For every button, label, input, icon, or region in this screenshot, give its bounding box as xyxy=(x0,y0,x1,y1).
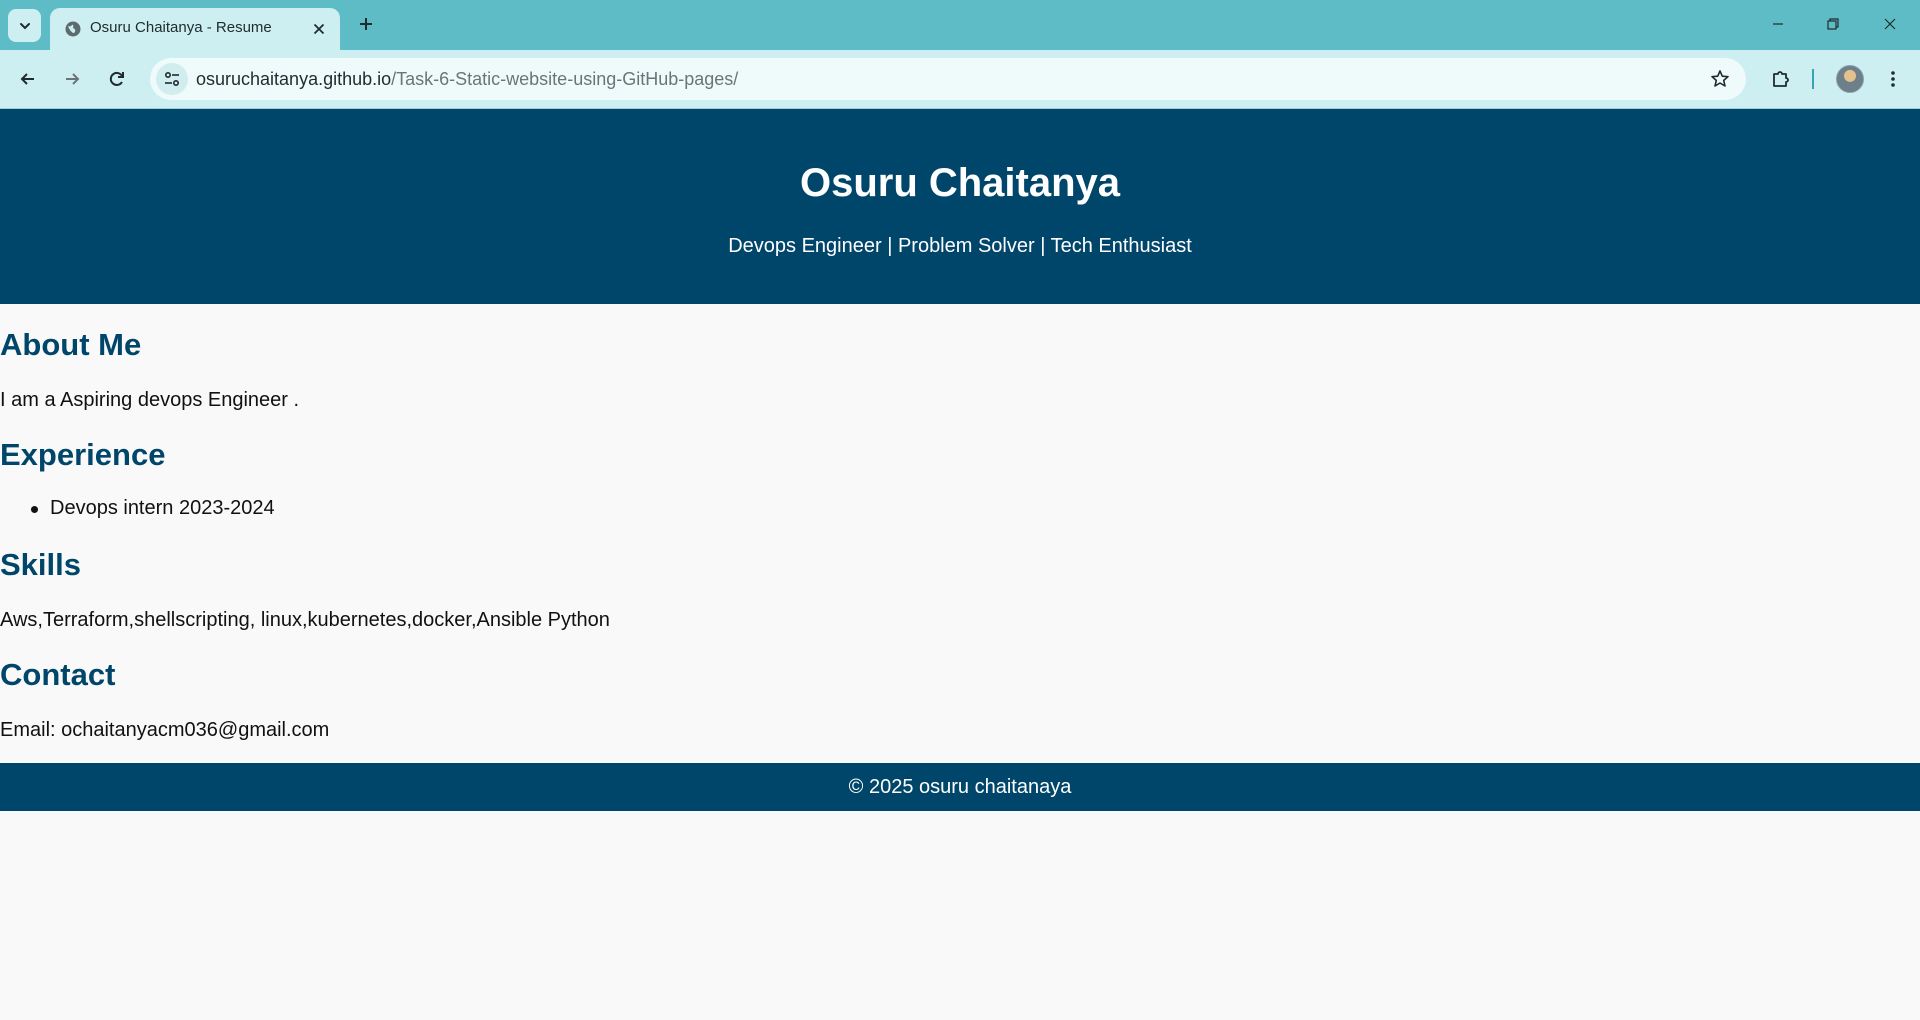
close-icon xyxy=(313,23,325,35)
contact-heading: Contact xyxy=(0,657,116,692)
browser-toolbar: osuruchaitanya.github.io/Task-6-Static-w… xyxy=(0,50,1920,109)
contact-text: Email: ochaitanyacm036@gmail.com xyxy=(0,719,330,741)
list-item: Devops intern 2023-2024 xyxy=(0,497,275,520)
back-button[interactable] xyxy=(12,63,44,95)
page-title: Osuru Chaitanya xyxy=(799,161,1121,205)
reload-button[interactable] xyxy=(101,63,133,95)
restore-button[interactable] xyxy=(1813,8,1853,40)
extensions-button[interactable] xyxy=(1765,63,1797,95)
new-tab-button[interactable] xyxy=(352,10,380,38)
puzzle-icon xyxy=(1773,71,1789,87)
minimize-icon xyxy=(1773,23,1783,25)
tab-close-button[interactable] xyxy=(310,20,328,38)
tab-strip: Osuru Chaitanya - Resume xyxy=(0,0,1920,50)
tab-title: Osuru Chaitanya - Resume xyxy=(90,19,272,36)
site-info-button[interactable] xyxy=(156,63,188,95)
forward-button[interactable] xyxy=(56,63,88,95)
restore-icon xyxy=(1827,18,1839,30)
tune-icon xyxy=(164,71,180,87)
experience-list: Devops intern 2023-2024 xyxy=(0,497,275,520)
footer-text: © 2025 osuru chaitanaya xyxy=(848,776,1072,798)
skills-heading: Skills xyxy=(0,547,81,582)
url-path: /Task-6-Static-website-using-GitHub-page… xyxy=(391,69,739,89)
more-vertical-icon xyxy=(1891,71,1895,87)
address-bar[interactable]: osuruchaitanya.github.io/Task-6-Static-w… xyxy=(150,58,1746,100)
page-tagline: Devops Engineer | Problem Solver | Tech … xyxy=(728,235,1192,257)
close-window-button[interactable] xyxy=(1870,8,1910,40)
about-text: I am a Aspiring devops Engineer . xyxy=(0,389,300,411)
browser-menu-button[interactable] xyxy=(1877,63,1909,95)
globe-icon xyxy=(65,21,81,37)
toolbar-divider xyxy=(1812,69,1814,89)
page-footer: © 2025 osuru chaitanaya xyxy=(0,763,1920,811)
reload-icon xyxy=(109,71,124,86)
tab-search-button[interactable] xyxy=(8,9,41,42)
url-text: osuruchaitanya.github.io/Task-6-Static-w… xyxy=(196,69,738,90)
star-icon xyxy=(1711,70,1729,87)
page-viewport: Osuru Chaitanya Devops Engineer | Proble… xyxy=(0,109,1920,1020)
skills-text: Aws,Terraform,shellscripting, linux,kube… xyxy=(0,609,610,631)
profile-avatar[interactable] xyxy=(1836,65,1864,93)
arrow-left-icon xyxy=(20,73,34,85)
active-tab[interactable]: Osuru Chaitanya - Resume xyxy=(50,8,340,50)
resume-header: Osuru Chaitanya Devops Engineer | Proble… xyxy=(0,109,1920,304)
minimize-button[interactable] xyxy=(1758,8,1798,40)
arrow-right-icon xyxy=(66,73,80,85)
plus-icon xyxy=(360,18,372,30)
bookmark-button[interactable] xyxy=(1708,67,1732,91)
close-icon xyxy=(1884,18,1896,30)
chevron-down-icon xyxy=(19,22,30,29)
url-host: osuruchaitanya.github.io xyxy=(196,69,392,89)
experience-heading: Experience xyxy=(0,437,166,472)
about-heading: About Me xyxy=(0,327,142,362)
